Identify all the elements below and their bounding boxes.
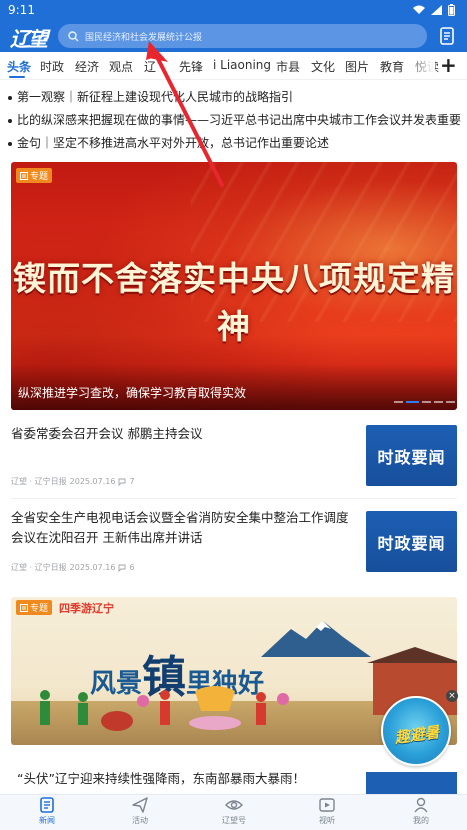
nav-video[interactable]: 视听 [297,797,357,826]
nav-label: 活动 [132,816,148,825]
carousel-dot-active[interactable] [406,401,419,403]
status-time: 9:11 [8,3,35,17]
topic-badge-label: 专题 [30,172,49,182]
nav-news[interactable]: 新闻 [17,797,77,826]
nav-activity[interactable]: 活动 [110,797,170,826]
news-thumbnail[interactable]: 时政要闻 [366,425,457,486]
news-comment-count: 6 [129,563,135,572]
video-icon [319,798,335,812]
headline-item[interactable]: 第一观察｜新征程上建设现代化人民城市的战略指引 [8,88,463,105]
app-header: 辽望 国民经济和社会发展统计公报 [0,20,467,52]
carousel-dot[interactable] [434,401,443,403]
tab-tupian[interactable]: 图片 [345,58,369,75]
bullet-icon [8,118,12,123]
banner-headline: 锲而不舍落实中央八项规定精神 [13,259,455,346]
news-meta: 辽望 · 辽宁日报 2025.07.16 6 [11,562,135,573]
news-source: 辽望 · 辽宁日报 [11,477,67,486]
promo-text: 趣避暑 [393,722,441,748]
news-thumbnail[interactable]: 时政要闻 [366,511,457,572]
search-placeholder: 国民经济和社会发展统计公报 [85,32,203,43]
app-logo: 辽望 [10,27,48,51]
carousel-dot[interactable] [446,401,455,403]
carousel-indicator [394,401,455,403]
nav-label: 我的 [413,816,429,825]
comment-icon [119,478,126,486]
bullet-icon [8,95,12,100]
headline-text: 第一观察｜新征程上建设现代化人民城市的战略指引 [17,90,294,104]
tab-shixian[interactable]: 市县 [276,58,300,75]
nav-me[interactable]: 我的 [391,797,451,826]
topic-icon [20,171,28,180]
news-item[interactable]: 省委常委会召开会议 郝鹏主持会议 辽望 · 辽宁日报 2025.07.16 7 … [11,424,457,496]
comment-icon [119,564,126,572]
news-title[interactable]: “头伏”辽宁迎来持续性强降雨，东南部暴雨大暴雨！ [17,768,305,787]
news-icon [40,797,54,813]
news-meta: 辽望 · 辽宁日报 2025.07.16 7 [11,476,135,487]
status-icons [413,4,455,16]
feature-banner[interactable]: 专题 锲而不舍落实中央八项规定精神 纵深推进学习查改，确保学习教育取得实效 [11,162,457,410]
newspaper-icon[interactable] [437,26,457,46]
eye-icon [225,800,243,810]
news-date: 2025.07.16 [69,477,116,486]
tab-guandian[interactable]: 观点 [109,58,133,75]
nav-label: 视听 [319,816,335,825]
topic-badge: 专题 [16,168,53,183]
nav-liaowang-hao[interactable]: 辽望号 [204,797,264,826]
tab-toutiao[interactable]: 头条 [7,58,31,75]
tab-iliaoning[interactable]: i Liaoning [213,58,271,72]
tourism-label: 四季游辽宁 [59,602,114,615]
news-source: 辽望 · 辽宁日报 [11,563,67,572]
tab-jingji[interactable]: 经济 [75,58,99,75]
news-thumbnail[interactable] [366,772,457,794]
banner-caption: 纵深推进学习查改，确保学习教育取得实效 [18,386,247,400]
dancers-illustration [40,686,289,731]
carousel-dot[interactable] [394,401,403,403]
status-bar: 9:11 [0,0,467,20]
headline-item[interactable]: 比的纵深感来把握现在做的事情——习近平总书记出席中央城市工作会议并发表重要 [8,111,463,128]
tab-liao[interactable]: 辽 [144,58,156,75]
channel-tabs: 头条 时政 经济 观点 辽 先锋 i Liaoning 市县 文化 图片 教育 … [0,52,467,80]
headline-text: 比的纵深感来把握现在做的事情——习近平总书记出席中央城市工作会议并发表重要 [17,113,462,127]
mountain-illustration [261,621,371,657]
news-date: 2025.07.16 [69,563,116,572]
news-comment-count: 7 [129,477,135,486]
divider [11,498,457,499]
tab-xianfeng[interactable]: 先锋 [179,58,203,75]
headline-text: 金句｜坚定不移推进高水平对外开放，总书记作出重要论述 [17,136,330,150]
news-title: 省委常委会召开会议 郝鹏主持会议 [11,426,203,441]
topic-badge-label: 专题 [30,604,49,614]
wifi-icon [413,5,425,14]
topic-badge: 专题 [16,600,53,615]
headline-item[interactable]: 金句｜坚定不移推进高水平对外开放，总书记作出重要论述 [8,134,463,151]
close-icon[interactable]: × [446,690,458,702]
tab-shizheng[interactable]: 时政 [40,58,64,75]
search-bar[interactable]: 国民经济和社会发展统计公报 [58,24,427,48]
topic-icon [20,603,28,612]
tab-jiaoyu[interactable]: 教育 [380,58,404,75]
signal-icon [431,5,442,15]
paper-plane-icon [132,797,148,813]
tab-wenhua[interactable]: 文化 [311,58,335,75]
news-item[interactable]: 全省安全生产电视电话会议暨全省消防安全集中整治工作调度会议在沈阳召开 王新伟出席… [11,508,457,590]
battery-icon [448,4,455,16]
promo-bubble[interactable]: × 趣避暑 [381,690,458,766]
nav-label: 新闻 [39,816,55,825]
active-tab-indicator [9,76,25,78]
nav-label: 辽望号 [222,816,246,825]
bottom-nav: 新闻 活动 辽望号 视听 我的 [0,794,467,830]
tabs-fade [405,52,435,79]
search-icon [68,30,79,41]
bullet-icon [8,141,12,146]
carousel-dot[interactable] [422,401,431,403]
news-title: 全省安全生产电视电话会议暨全省消防安全集中整治工作调度会议在沈阳召开 王新伟出席… [11,510,349,545]
user-icon [414,797,428,813]
add-channel-icon[interactable]: + [440,53,457,77]
